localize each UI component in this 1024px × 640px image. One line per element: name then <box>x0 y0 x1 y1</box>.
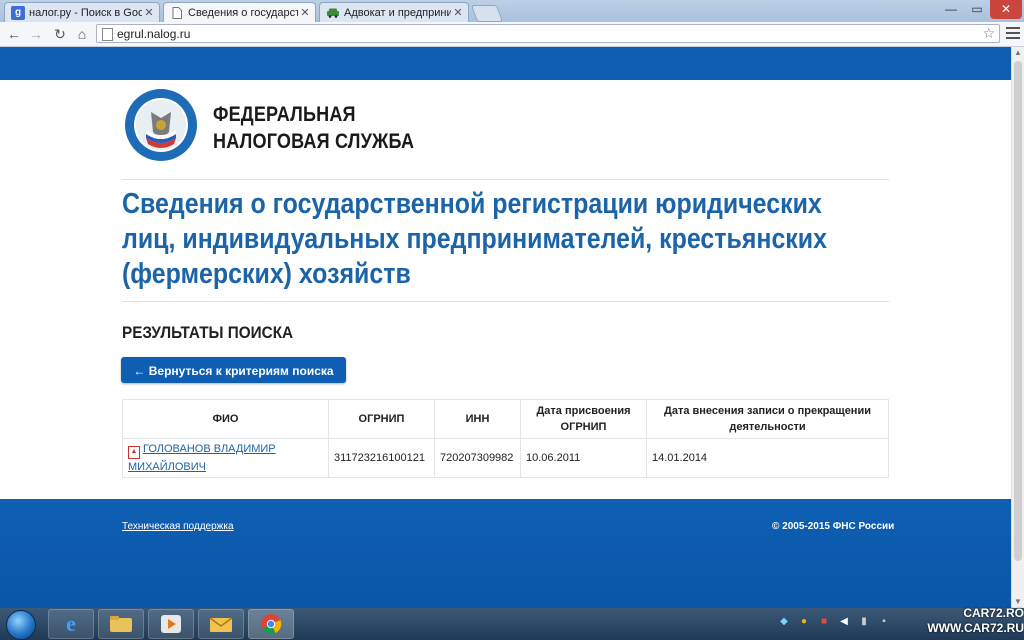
results-heading: РЕЗУЛЬТАТЫ ПОИСКА <box>122 323 294 342</box>
maximize-button[interactable]: ▭ <box>964 0 990 19</box>
org-name-line1: ФЕДЕРАЛЬНАЯ <box>213 103 356 126</box>
cell-date-terminated: 14.01.2014 <box>646 438 889 478</box>
close-icon[interactable]: ✕ <box>142 6 156 19</box>
network-tray-icon[interactable]: ◆ <box>778 616 790 630</box>
tab-label: Сведения о государственной <box>188 6 298 19</box>
fns-emblem-icon <box>124 88 198 162</box>
person-name-link[interactable]: ГОЛОВАНОВ ВЛАДИМИР МИХАЙЛОВИЧ <box>128 443 276 473</box>
table-row: ▲ ГОЛОВАНОВ ВЛАДИМИР МИХАЙЛОВИЧ 311723216… <box>122 438 889 478</box>
close-icon[interactable]: ✕ <box>451 6 465 19</box>
page-footer: Техническая поддержка © 2005-2015 ФНС Ро… <box>0 499 1011 609</box>
watermark-line1: CAR72.RO <box>963 606 1024 620</box>
antivirus-tray-icon[interactable]: ■ <box>818 616 830 630</box>
page-scrollbar[interactable]: ▲ ▼ <box>1011 47 1024 608</box>
browser-tab-strip: g налог.ру - Поиск в Google ✕ Сведения о… <box>0 0 1024 22</box>
divider <box>122 301 889 302</box>
tab-google-search[interactable]: g налог.ру - Поиск в Google ✕ <box>4 2 160 22</box>
internet-explorer-icon[interactable]: e <box>48 609 94 639</box>
org-name-line2: НАЛОГОВАЯ СЛУЖБА <box>213 130 415 153</box>
table-header-row: ФИО ОГРНИП ИНН Дата присвоения ОГРНИП Да… <box>122 399 889 439</box>
scroll-thumb[interactable] <box>1014 61 1022 561</box>
top-banner <box>0 47 1011 80</box>
col-fio: ФИО <box>122 399 329 439</box>
browser-menu-icon[interactable] <box>1006 25 1020 41</box>
notification-tray-icon[interactable]: ● <box>798 616 810 630</box>
minimize-button[interactable]: — <box>938 0 964 19</box>
new-tab-button[interactable] <box>470 5 504 22</box>
cell-inn: 720207309982 <box>434 438 521 478</box>
tech-support-link[interactable]: Техническая поддержка <box>122 521 234 532</box>
watermark: CAR72.RO WWW.CAR72.RU <box>916 606 1024 640</box>
flag-tray-icon[interactable]: ▮ <box>858 616 870 630</box>
tab-lawyer[interactable]: Адвокат и предприниматель ✕ <box>319 2 469 22</box>
col-ogrnip: ОГРНИП <box>328 399 435 439</box>
col-date-assigned: Дата присвоения ОГРНИП <box>520 399 647 439</box>
address-bar[interactable]: ☆ <box>96 24 1000 43</box>
signal-tray-icon[interactable]: ▪ <box>878 616 890 630</box>
media-player-icon[interactable] <box>148 609 194 639</box>
pdf-icon[interactable]: ▲ <box>128 446 140 459</box>
org-name: ФЕДЕРАЛЬНАЯ НАЛОГОВАЯ СЛУЖБА <box>213 101 414 155</box>
cell-ogrnip: 311723216100121 <box>328 438 435 478</box>
reload-icon[interactable]: ↻ <box>50 24 70 44</box>
copyright: © 2005-2015 ФНС России <box>772 521 895 532</box>
cell-fio: ▲ ГОЛОВАНОВ ВЛАДИМИР МИХАЙЛОВИЧ <box>122 438 329 478</box>
chrome-icon[interactable] <box>248 609 294 639</box>
start-button[interactable] <box>6 610 36 640</box>
results-table: ФИО ОГРНИП ИНН Дата присвоения ОГРНИП Да… <box>122 399 889 478</box>
car-icon <box>326 6 340 20</box>
browser-toolbar: ← → ↻ ⌂ ☆ <box>0 22 1024 47</box>
volume-tray-icon[interactable]: ◀ <box>838 616 850 630</box>
col-date-terminated: Дата внесения записи о прекращении деяте… <box>646 399 889 439</box>
explorer-folder-icon[interactable] <box>98 609 144 639</box>
page-icon <box>102 28 113 41</box>
back-arrow-icon[interactable]: ← <box>4 24 24 44</box>
page-title: Сведения о государственной регистрации ю… <box>122 188 827 290</box>
home-icon[interactable]: ⌂ <box>72 24 92 44</box>
tab-label: Адвокат и предприниматель <box>344 6 451 19</box>
url-input[interactable] <box>117 25 967 42</box>
bookmark-star-icon[interactable]: ☆ <box>982 25 995 42</box>
close-icon[interactable]: ✕ <box>298 6 312 19</box>
taskbar: e ◆ ● ■ ◀ ▮ ▪ <box>0 608 1024 640</box>
col-inn: ИНН <box>434 399 521 439</box>
watermark-line2: WWW.CAR72.RU <box>927 621 1024 635</box>
page-icon <box>170 6 184 20</box>
tab-egrul[interactable]: Сведения о государственной ✕ <box>163 2 316 22</box>
cell-date-assigned: 10.06.2011 <box>520 438 647 478</box>
mail-icon[interactable] <box>198 609 244 639</box>
window-close-button[interactable]: ✕ <box>990 0 1022 19</box>
forward-arrow-icon[interactable]: → <box>26 24 46 44</box>
google-g-icon: g <box>11 5 25 20</box>
back-to-search-button[interactable]: ← Вернуться к критериям поиска <box>121 357 346 383</box>
divider <box>122 179 889 180</box>
tab-label: налог.ру - Поиск в Google <box>29 6 142 19</box>
scroll-up-icon[interactable]: ▲ <box>1012 47 1024 59</box>
